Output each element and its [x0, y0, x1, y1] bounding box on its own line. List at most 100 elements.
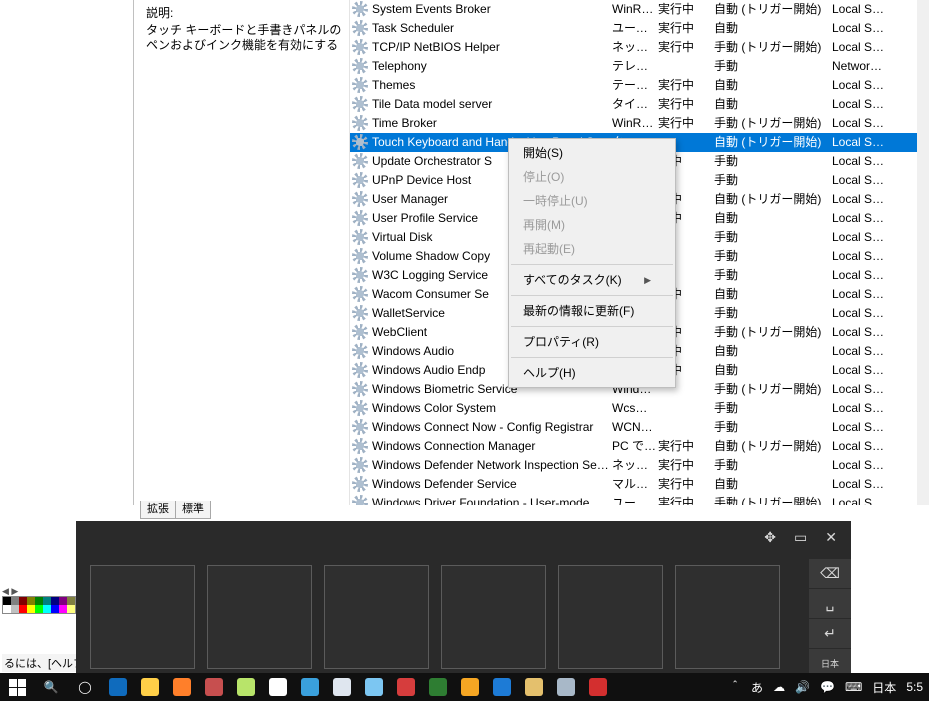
palette-swatch[interactable]	[27, 605, 35, 613]
dock-icon[interactable]: ▭	[794, 529, 807, 546]
service-startup: 自動	[714, 19, 832, 38]
service-logon: Networ…	[832, 57, 892, 76]
ctx-refresh[interactable]: 最新の情報に更新(F)	[509, 299, 675, 323]
service-row[interactable]: Windows Driver Foundation - User-mode …ユ…	[350, 494, 917, 505]
gear-icon	[352, 381, 368, 397]
move-icon[interactable]: ✥	[764, 529, 776, 546]
palette-swatch[interactable]	[43, 597, 51, 605]
service-row[interactable]: Time BrokerWinR…実行中手動 (トリガー開始)Local S…	[350, 114, 917, 133]
service-logon: Local S…	[832, 380, 892, 399]
handwriting-cell[interactable]	[324, 565, 429, 669]
handwriting-cell[interactable]	[558, 565, 663, 669]
taskbar-app-file-explorer[interactable]	[134, 674, 166, 700]
gear-icon	[352, 1, 368, 17]
handwriting-cell[interactable]	[441, 565, 546, 669]
handwriting-cell[interactable]	[675, 565, 780, 669]
palette-swatch[interactable]	[59, 605, 67, 613]
tray-clock[interactable]: 5:5	[906, 680, 923, 694]
handwriting-cell[interactable]	[90, 565, 195, 669]
palette-swatch[interactable]	[19, 597, 27, 605]
service-startup: 自動 (トリガー開始)	[714, 133, 832, 152]
palette-swatch[interactable]	[35, 605, 43, 613]
service-status: 実行中	[658, 38, 714, 57]
gear-icon	[352, 58, 368, 74]
service-row[interactable]: Telephonyテレフ…手動Networ…	[350, 57, 917, 76]
taskbar-app-chrome[interactable]	[262, 674, 294, 700]
palette-swatch[interactable]	[19, 605, 27, 613]
service-row[interactable]: TCP/IP NetBIOS Helperネット…実行中手動 (トリガー開始)L…	[350, 38, 917, 57]
service-startup: 手動	[714, 247, 832, 266]
service-row[interactable]: Windows Connect Now - Config RegistrarWC…	[350, 418, 917, 437]
tab-extended[interactable]: 拡張	[140, 501, 176, 519]
palette-swatch[interactable]	[51, 597, 59, 605]
touch-keyboard-titlebar[interactable]: ✥ ▭ ✕	[76, 521, 851, 553]
palette-swatch[interactable]	[67, 605, 75, 613]
taskbar-app-red-app[interactable]	[582, 674, 614, 700]
taskbar-app-notepad[interactable]	[326, 674, 358, 700]
cortana-button[interactable]: ◯	[68, 674, 102, 700]
service-row[interactable]: Task Schedulerユーザ…実行中自動Local S…	[350, 19, 917, 38]
service-startup: 手動	[714, 57, 832, 76]
tray-volume-icon[interactable]: 🔊	[795, 680, 810, 694]
palette-swatch[interactable]	[43, 605, 51, 613]
taskbar-app-snipping[interactable]	[198, 674, 230, 700]
service-name: TCP/IP NetBIOS Helper	[372, 38, 612, 57]
backspace-button[interactable]: ⌫	[809, 559, 851, 589]
chevron-right-icon: ▶	[644, 272, 651, 288]
enter-button[interactable]: ↵	[809, 619, 851, 649]
taskbar-app-edge[interactable]	[102, 674, 134, 700]
gear-icon	[352, 229, 368, 245]
ctx-help[interactable]: ヘルプ(H)	[509, 361, 675, 385]
taskbar-app-opera[interactable]	[390, 674, 422, 700]
service-row[interactable]: Windows Defender Network Inspection Se…ネ…	[350, 456, 917, 475]
palette-swatch[interactable]	[3, 597, 11, 605]
service-row[interactable]: Themesテーマ…実行中自動Local S…	[350, 76, 917, 95]
tray-ime-icon[interactable]: あ	[751, 679, 763, 696]
tab-standard[interactable]: 標準	[175, 501, 211, 519]
taskbar-app-orange-square[interactable]	[454, 674, 486, 700]
taskbar-app-services[interactable]	[550, 674, 582, 700]
taskbar-app-notepadpp[interactable]	[230, 674, 262, 700]
tray-language[interactable]: 日本	[872, 679, 896, 696]
taskbar-app-ps[interactable]	[518, 674, 550, 700]
handwriting-cell[interactable]	[207, 565, 312, 669]
service-desc: WCN…	[612, 418, 658, 437]
taskbar-app-np[interactable]	[422, 674, 454, 700]
space-button[interactable]: ␣	[809, 589, 851, 619]
service-row[interactable]: Windows Connection ManagerPC で…実行中自動 (トリ…	[350, 437, 917, 456]
taskbar-app-paint[interactable]	[358, 674, 390, 700]
palette-swatch[interactable]	[11, 605, 19, 613]
palette-swatch[interactable]	[51, 605, 59, 613]
start-button[interactable]	[0, 674, 34, 700]
service-row[interactable]: System Events BrokerWinR…実行中自動 (トリガー開始)L…	[350, 0, 917, 19]
touch-keyboard-panel: ✥ ▭ ✕ ⌫ ␣ ↵ 日本	[76, 521, 851, 681]
edge-icon	[109, 678, 127, 696]
tray-keyboard-icon[interactable]: ⌨	[845, 680, 862, 694]
ctx-properties[interactable]: プロパティ(R)	[509, 330, 675, 354]
tray-onedrive-icon[interactable]: ☁	[773, 680, 785, 694]
palette-swatch[interactable]	[3, 605, 11, 613]
close-icon[interactable]: ✕	[825, 529, 837, 546]
palette-swatch[interactable]	[27, 597, 35, 605]
taskbar-app-waterfox[interactable]	[294, 674, 326, 700]
service-row[interactable]: Tile Data model serverタイル…実行中自動Local S…	[350, 95, 917, 114]
tray-action-center-icon[interactable]: 💬	[820, 680, 835, 694]
service-startup: 自動 (トリガー開始)	[714, 190, 832, 209]
taskbar-app-settings[interactable]	[486, 674, 518, 700]
service-logon: Local S…	[832, 247, 892, 266]
palette-swatch[interactable]	[59, 597, 67, 605]
palette-swatch[interactable]	[35, 597, 43, 605]
palette-swatch[interactable]	[11, 597, 19, 605]
service-startup: 手動 (トリガー開始)	[714, 38, 832, 57]
taskbar-app-firefox[interactable]	[166, 674, 198, 700]
service-logon: Local S…	[832, 76, 892, 95]
palette-grid[interactable]	[2, 596, 76, 614]
search-button[interactable]: 🔍	[34, 674, 68, 700]
service-row[interactable]: Windows Color SystemWcs…手動Local S…	[350, 399, 917, 418]
palette-swatch[interactable]	[67, 597, 75, 605]
service-row[interactable]: Windows Defender Serviceマルウ…実行中自動Local S…	[350, 475, 917, 494]
ctx-all-tasks[interactable]: すべてのタスク(K) ▶	[509, 268, 675, 292]
ctx-start[interactable]: 開始(S)	[509, 141, 675, 165]
vertical-scrollbar[interactable]	[917, 0, 929, 505]
tray-chevron-icon[interactable]: ＾	[729, 679, 741, 696]
